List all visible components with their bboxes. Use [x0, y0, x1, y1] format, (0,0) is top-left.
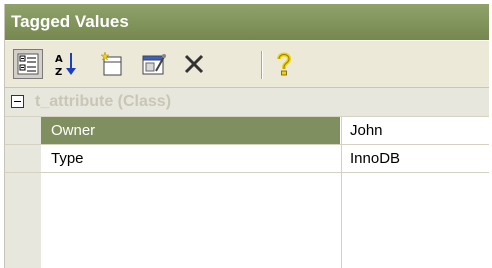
group-row[interactable]: t_attribute (Class)	[5, 88, 489, 117]
column-divider	[341, 173, 342, 268]
panel-title: Tagged Values	[11, 12, 129, 31]
row-margin	[5, 173, 41, 268]
tagged-values-panel: Tagged Values A Z t_attribute (Class) Ow…	[4, 4, 489, 268]
delete-button[interactable]	[179, 49, 209, 79]
property-name-cell[interactable]: Owner	[41, 117, 340, 144]
property-row-type[interactable]: Type InnoDB	[5, 145, 489, 173]
panel-title-bar: Tagged Values	[5, 4, 489, 40]
property-row-owner[interactable]: Owner John	[5, 117, 489, 145]
svg-text:A: A	[55, 54, 63, 65]
new-tag-icon	[100, 51, 122, 76]
group-label: t_attribute (Class)	[35, 93, 172, 110]
grid-empty-area[interactable]	[5, 173, 489, 268]
toolbar: A Z	[5, 40, 489, 88]
categorized-view-button[interactable]	[13, 49, 43, 79]
property-value-cell[interactable]: InnoDB	[341, 145, 489, 172]
help-icon	[277, 52, 292, 76]
edit-properties-button[interactable]	[139, 49, 169, 79]
edit-properties-icon	[142, 54, 166, 75]
categorized-view-icon	[17, 53, 39, 75]
new-tag-button[interactable]	[97, 49, 127, 79]
sort-alphabetical-button[interactable]: A Z	[51, 49, 81, 79]
help-button[interactable]	[269, 49, 299, 79]
property-name-cell[interactable]: Type	[41, 145, 340, 172]
sort-alphabetical-icon: A Z	[55, 53, 76, 77]
property-value-cell[interactable]: John	[341, 117, 489, 144]
row-margin	[5, 145, 41, 172]
svg-text:Z: Z	[55, 67, 62, 77]
tagged-values-grid: t_attribute (Class) Owner John Type Inno…	[5, 88, 489, 268]
delete-icon	[184, 54, 204, 74]
collapse-icon[interactable]	[11, 95, 24, 108]
row-margin	[5, 117, 41, 144]
toolbar-separator	[261, 51, 262, 79]
